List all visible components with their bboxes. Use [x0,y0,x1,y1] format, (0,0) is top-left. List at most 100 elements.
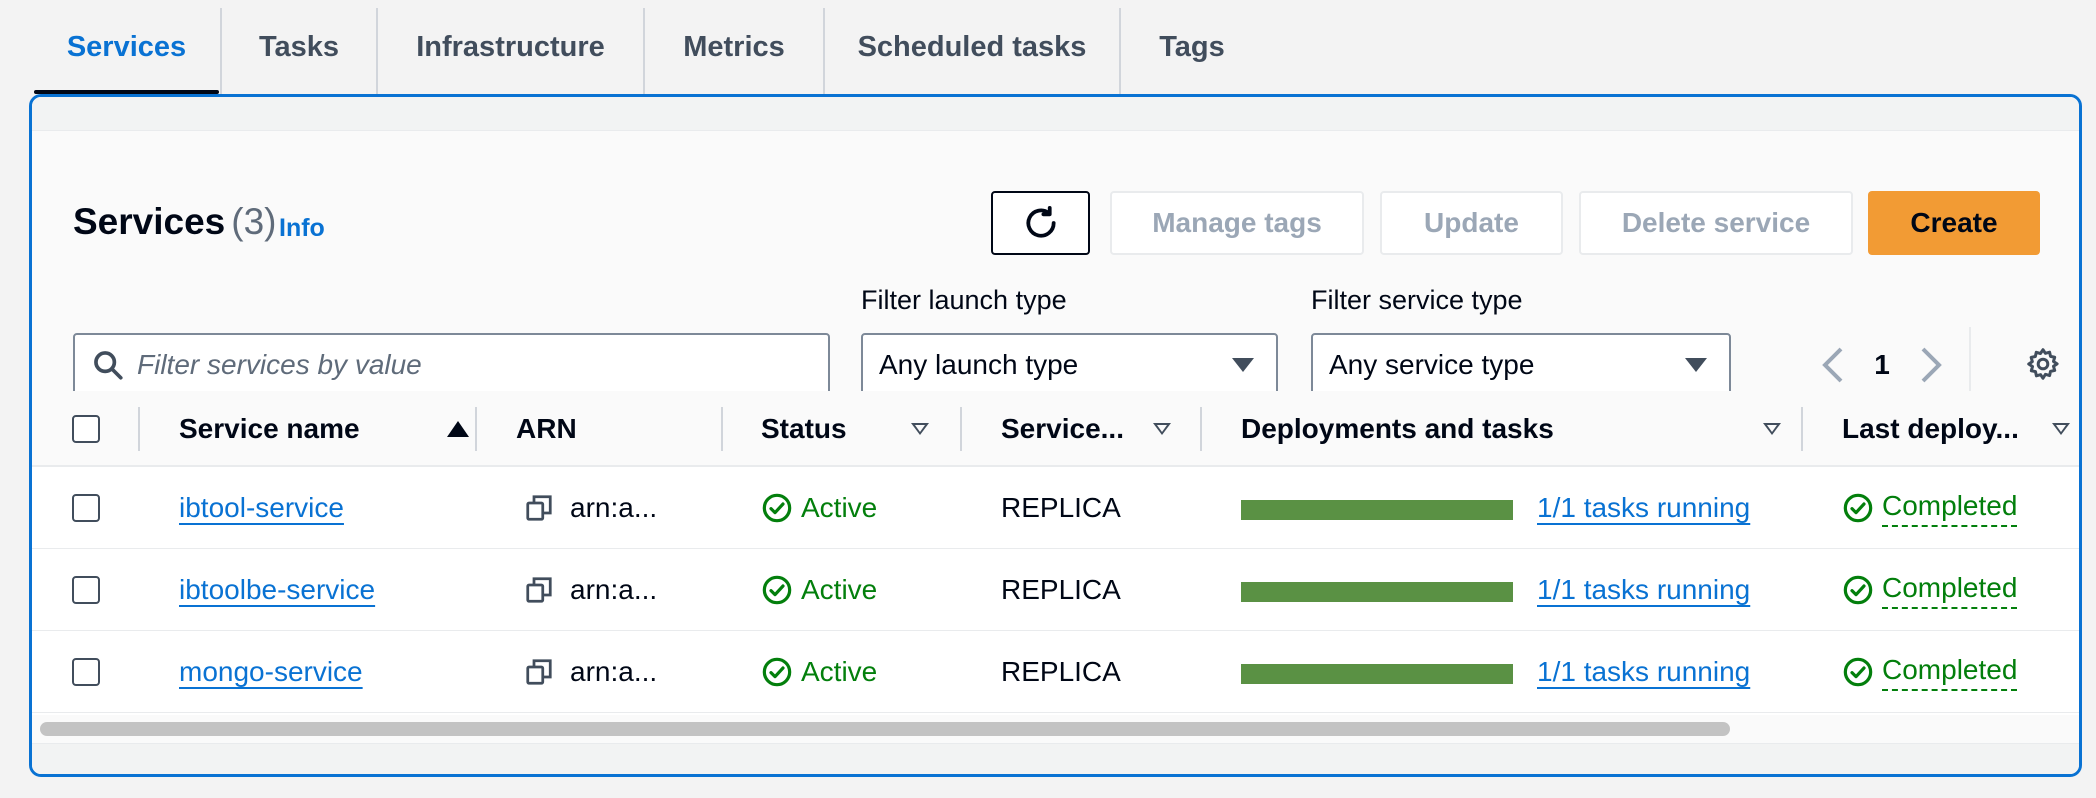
tab-infrastructure[interactable]: Infrastructure [378,0,643,94]
create-button[interactable]: Create [1868,191,2040,255]
refresh-button[interactable] [991,191,1090,255]
service-type-value: Any service type [1329,348,1535,380]
tab-bar: Services Tasks Infrastructure Metrics Sc… [0,0,2096,106]
tasks-running-link[interactable]: 1/1 tasks running [1537,656,1750,688]
column-divider [721,407,723,451]
last-deployment-cell: Completed [1842,631,2018,713]
tab-label: Scheduled tasks [857,30,1087,63]
sort-caret-icon [911,423,929,435]
search-input[interactable] [137,348,797,381]
last-deployment-cell: Completed [1842,467,2018,549]
horizontal-scrollbar[interactable] [32,715,2079,743]
sort-caret-icon [2052,423,2070,435]
status-cell: Active [761,549,877,631]
page-title: Services (3) [73,201,276,243]
arn-cell: arn:a... [524,631,657,713]
select-all-checkbox[interactable] [72,415,100,443]
copy-icon[interactable] [524,493,554,523]
column-divider [475,407,477,451]
deployment-status-text[interactable]: Completed [1882,572,2018,609]
arn-value: arn:a... [570,656,658,687]
column-header-service-name[interactable]: Service name [179,391,469,467]
previous-page-button[interactable] [1813,335,1853,395]
tab-label: Tags [1159,30,1225,63]
table-row: ibtool-service arn:a... Active REPLICA 1… [32,467,2079,549]
tab-tags[interactable]: Tags [1121,0,1263,94]
check-circle-icon [762,657,792,687]
row-checkbox[interactable] [72,576,100,604]
column-header-status[interactable]: Status [761,391,929,467]
tasks-progress-bar [1241,664,1513,684]
table-row: mongo-service arn:a... Active REPLICA 1/… [32,631,2079,713]
column-header-service-type[interactable]: Service... [1001,391,1171,467]
deployment-status-text[interactable]: Completed [1882,490,2018,527]
tasks-progress-bar [1241,500,1513,520]
check-circle-icon [762,493,792,523]
tasks-progress-fill [1241,664,1513,684]
search-field[interactable] [73,333,830,396]
tab-label: Infrastructure [416,30,605,63]
tasks-progress-fill [1241,500,1513,520]
column-header-arn[interactable]: ARN [516,391,716,467]
column-header-deployments[interactable]: Deployments and tasks [1241,391,1781,467]
column-header-label: Service... [1001,413,1124,444]
service-type-cell: REPLICA [1001,656,1121,687]
page-title-text: Services [73,201,226,242]
tab-metrics[interactable]: Metrics [645,0,823,94]
column-header-label: Status [761,413,847,444]
table-header: Service name ARN Status Service... Deplo… [32,391,2079,467]
arn-value: arn:a... [570,574,658,605]
current-page[interactable]: 1 [1853,349,1911,381]
panel-top-band [32,97,2079,131]
caret-down-icon [1232,357,1254,372]
check-circle-icon [1843,493,1873,523]
chevron-left-icon [1822,347,1843,383]
info-link[interactable]: Info [279,214,325,243]
tab-scheduled-tasks[interactable]: Scheduled tasks [825,0,1119,94]
deployment-status-text[interactable]: Completed [1882,654,2018,691]
check-circle-icon [1843,575,1873,605]
copy-icon[interactable] [524,575,554,605]
delete-service-button[interactable]: Delete service [1579,191,1853,255]
pagination-divider [1969,327,1971,397]
tab-label: Metrics [683,30,785,63]
column-header-last-deployment[interactable]: Last deploy... [1842,391,2070,467]
sort-ascending-icon [447,421,469,437]
status-cell: Active [761,467,877,549]
service-count: (3) [231,201,277,242]
panel-bottom-band [32,743,2079,774]
service-name-link[interactable]: ibtool-service [179,492,344,524]
check-circle-icon [762,575,792,605]
status-text: Active [801,492,878,523]
filter-launch-type-label: Filter launch type [861,285,1067,315]
tab-label: Services [66,30,187,63]
column-divider [1801,407,1803,451]
tasks-progress-fill [1241,582,1513,602]
column-divider [960,407,962,451]
table-preferences-button[interactable] [2018,339,2068,389]
chevron-right-icon [1921,347,1942,383]
tasks-running-link[interactable]: 1/1 tasks running [1537,574,1750,606]
service-name-link[interactable]: ibtoolbe-service [179,574,375,606]
gear-icon [2027,348,2059,380]
tab-services[interactable]: Services [34,0,219,94]
tasks-running-link[interactable]: 1/1 tasks running [1537,492,1750,524]
status-text: Active [801,574,878,605]
scrollbar-thumb[interactable] [40,722,1730,736]
next-page-button[interactable] [1911,335,1951,395]
launch-type-select[interactable]: Any launch type [861,333,1278,396]
row-checkbox[interactable] [72,658,100,686]
arn-cell: arn:a... [524,549,657,631]
service-type-cell: REPLICA [1001,574,1121,605]
pagination: 1 [1813,335,1951,395]
service-name-link[interactable]: mongo-service [179,656,363,688]
copy-icon[interactable] [524,657,554,687]
manage-tags-button[interactable]: Manage tags [1110,191,1364,255]
refresh-icon [1025,206,1056,238]
service-type-select[interactable]: Any service type [1311,333,1731,396]
tab-tasks[interactable]: Tasks [222,0,376,94]
column-divider [1200,407,1202,451]
row-checkbox[interactable] [72,494,100,522]
status-text: Active [801,656,878,687]
update-button[interactable]: Update [1380,191,1563,255]
